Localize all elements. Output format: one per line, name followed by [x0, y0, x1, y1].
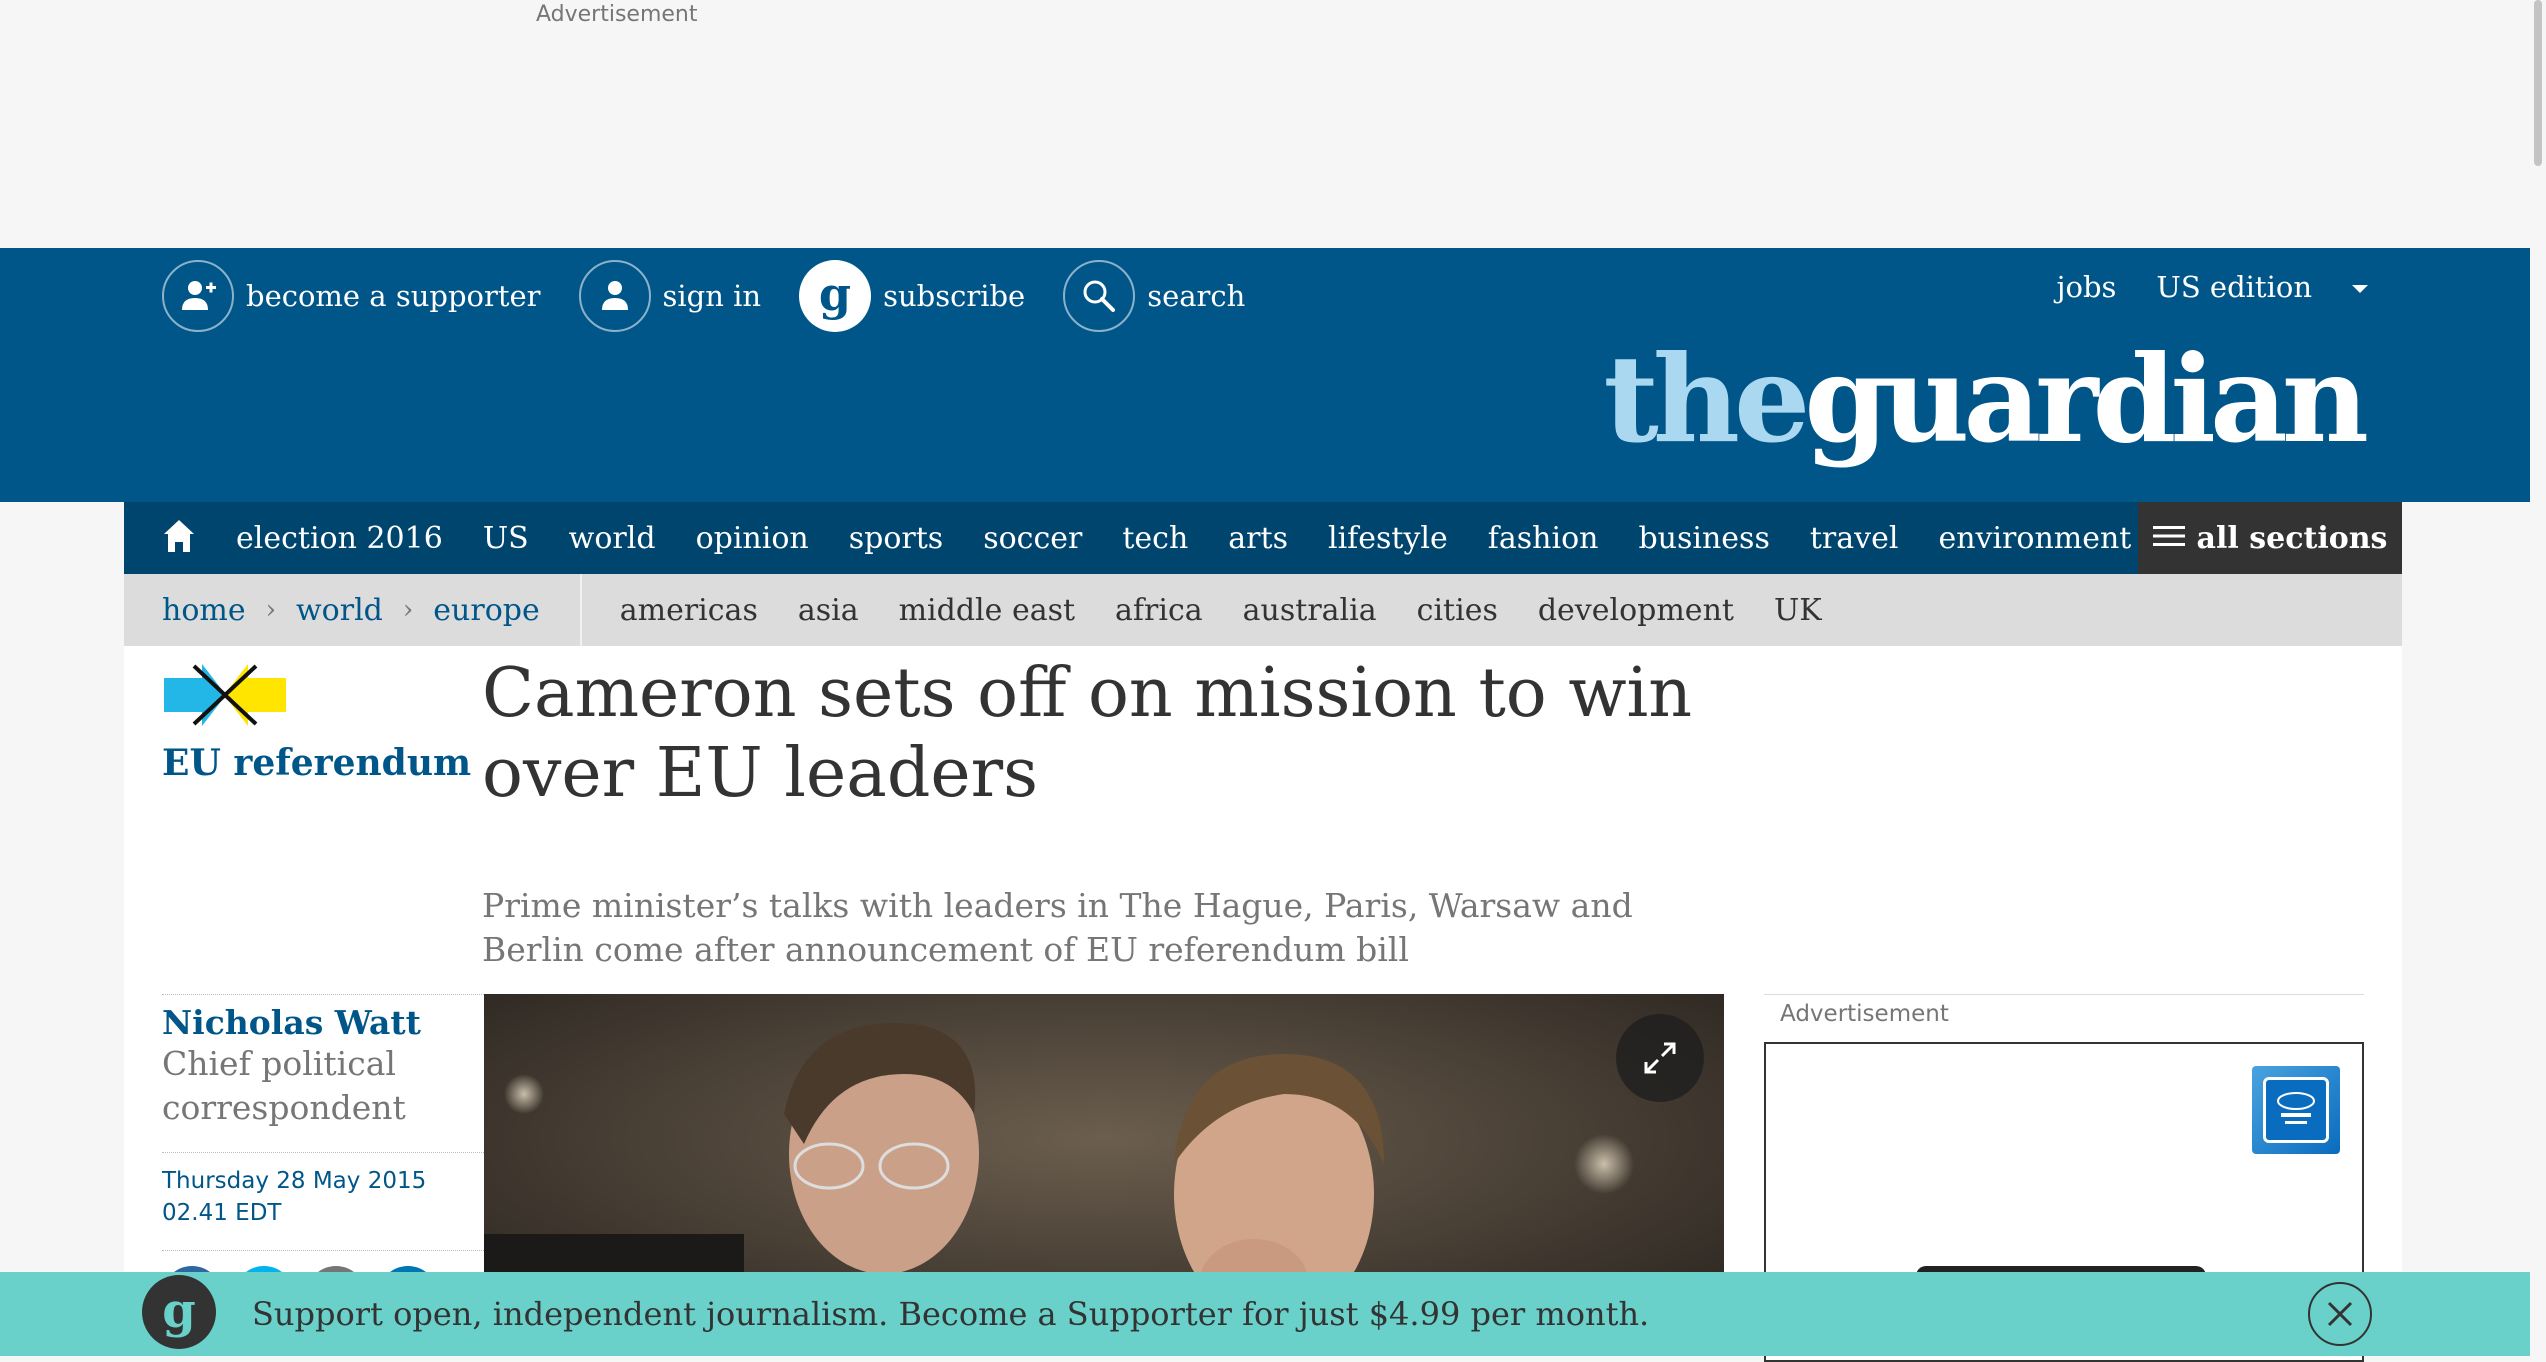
home-icon[interactable]: [162, 518, 196, 558]
subnav-item-uk[interactable]: UK: [1774, 593, 1822, 628]
all-sections-button[interactable]: all sections: [2138, 502, 2402, 574]
edition-label: US edition: [2156, 270, 2312, 304]
guardian-g-icon: g: [142, 1275, 216, 1353]
subscribe-label: subscribe: [883, 279, 1026, 313]
subnav-divider: [579, 574, 582, 646]
expand-icon: [1644, 1042, 1676, 1074]
nav-item-tech[interactable]: tech: [1122, 521, 1188, 556]
intel-badge-icon: [2252, 1066, 2340, 1154]
jobs-link[interactable]: jobs: [2057, 270, 2117, 304]
nav-item-election-2016[interactable]: election 2016: [236, 521, 443, 556]
add-person-icon: [162, 260, 234, 332]
top-advertisement: Advertisement: [0, 0, 2546, 248]
nav-item-world[interactable]: world: [569, 521, 656, 556]
series-label[interactable]: EU referendum: [162, 742, 471, 784]
breadcrumb-home[interactable]: home: [162, 593, 246, 628]
logo-guardian: guardian: [1804, 329, 2369, 470]
scrollbar-thumb[interactable]: [2534, 0, 2542, 166]
subnav-item-development[interactable]: development: [1538, 593, 1734, 628]
guardian-g-icon: g: [799, 260, 872, 332]
search-label: search: [1147, 279, 1246, 313]
nav-item-travel[interactable]: travel: [1810, 521, 1899, 556]
sign-in-link[interactable]: sign in: [578, 260, 762, 332]
nav-item-soccer[interactable]: soccer: [983, 521, 1082, 556]
header-right: jobs US edition: [2017, 270, 2368, 304]
nav-item-environment[interactable]: environment: [1938, 521, 2131, 556]
logo-the: the: [1603, 329, 1810, 470]
breadcrumb-separator: ›: [265, 595, 276, 625]
nav-item-arts[interactable]: arts: [1228, 521, 1288, 556]
search-icon: [1063, 260, 1136, 332]
primary-nav: election 2016 US world opinion sports so…: [124, 502, 2402, 574]
side-advertisement-label: Advertisement: [1764, 994, 2364, 1027]
advertisement-label: Advertisement: [536, 2, 698, 27]
nav-item-business[interactable]: business: [1638, 521, 1769, 556]
subscribe-link[interactable]: g subscribe: [799, 260, 1025, 332]
subnav-item-asia[interactable]: asia: [798, 593, 859, 628]
nav-item-us[interactable]: US: [483, 521, 529, 556]
page-scrollbar[interactable]: [2530, 0, 2546, 1356]
subnav-item-cities[interactable]: cities: [1417, 593, 1498, 628]
eu-referendum-icon: [164, 662, 286, 732]
sub-nav: home › world › europe americas asia midd…: [124, 574, 2402, 646]
subnav-item-middle-east[interactable]: middle east: [899, 593, 1075, 628]
become-supporter-label: become a supporter: [246, 279, 541, 313]
nav-item-opinion[interactable]: opinion: [696, 521, 809, 556]
article-content: EU referendum Cameron sets off on missio…: [124, 646, 2402, 1362]
nav-item-sports[interactable]: sports: [849, 521, 943, 556]
all-sections-label: all sections: [2196, 520, 2388, 556]
header-links: become a supporter sign in g subscribe s…: [162, 258, 1283, 334]
svg-text:g: g: [162, 1283, 196, 1339]
svg-text:g: g: [819, 267, 851, 321]
caret-down-icon: [2352, 285, 2368, 293]
article-headline: Cameron sets off on mission to win over …: [482, 654, 1693, 813]
breadcrumb-separator: ›: [402, 595, 414, 625]
nav-item-lifestyle[interactable]: lifestyle: [1328, 521, 1448, 556]
support-banner: g Support open, independent journalism. …: [0, 1272, 2530, 1356]
search-link[interactable]: search: [1063, 260, 1245, 332]
sign-in-label: sign in: [662, 279, 762, 313]
expand-image-button[interactable]: [1616, 1014, 1704, 1102]
menu-icon: [2152, 521, 2185, 556]
breadcrumb-world[interactable]: world: [296, 593, 383, 628]
close-icon: [2327, 1301, 2353, 1327]
subnav-item-africa[interactable]: africa: [1115, 593, 1203, 628]
support-banner-text[interactable]: Support open, independent journalism. Be…: [252, 1295, 1649, 1333]
breadcrumb: home › world › europe: [162, 593, 540, 628]
guardian-logo[interactable]: theguardian: [1603, 340, 2369, 460]
edition-selector[interactable]: US edition: [2156, 270, 2368, 304]
site-header: become a supporter sign in g subscribe s…: [0, 248, 2530, 502]
nav-item-fashion[interactable]: fashion: [1488, 521, 1599, 556]
subnav-item-americas[interactable]: americas: [620, 593, 758, 628]
become-supporter-link[interactable]: become a supporter: [162, 260, 541, 332]
article-standfirst: Prime minister’s talks with leaders in T…: [482, 886, 1633, 969]
close-banner-button[interactable]: [2308, 1282, 2372, 1346]
person-icon: [578, 260, 651, 332]
subnav-item-australia[interactable]: australia: [1243, 593, 1377, 628]
breadcrumb-europe[interactable]: europe: [433, 593, 539, 628]
